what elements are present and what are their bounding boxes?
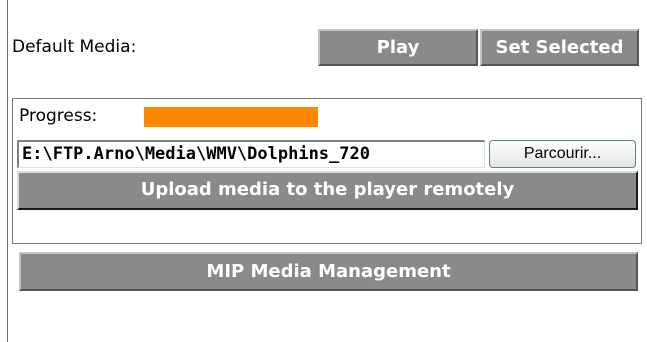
progress-label: Progress: [19,106,98,126]
file-path-input[interactable]: E:\FTP.Arno\Media\WMV\Dolphins_720 [17,140,485,168]
play-button[interactable]: Play [318,29,478,66]
default-media-label: Default Media: [12,37,137,57]
progress-bar-fill [144,107,318,127]
set-selected-button[interactable]: Set Selected [480,29,639,66]
progress-bar [144,107,318,127]
browse-button[interactable]: Parcourir... [489,140,636,168]
upload-media-button[interactable]: Upload media to the player remotely [17,171,638,210]
mip-media-management-button[interactable]: MIP Media Management [19,252,638,291]
upload-panel: Progress: E:\FTP.Arno\Media\WMV\Dolphins… [12,98,642,244]
left-divider [7,0,8,342]
